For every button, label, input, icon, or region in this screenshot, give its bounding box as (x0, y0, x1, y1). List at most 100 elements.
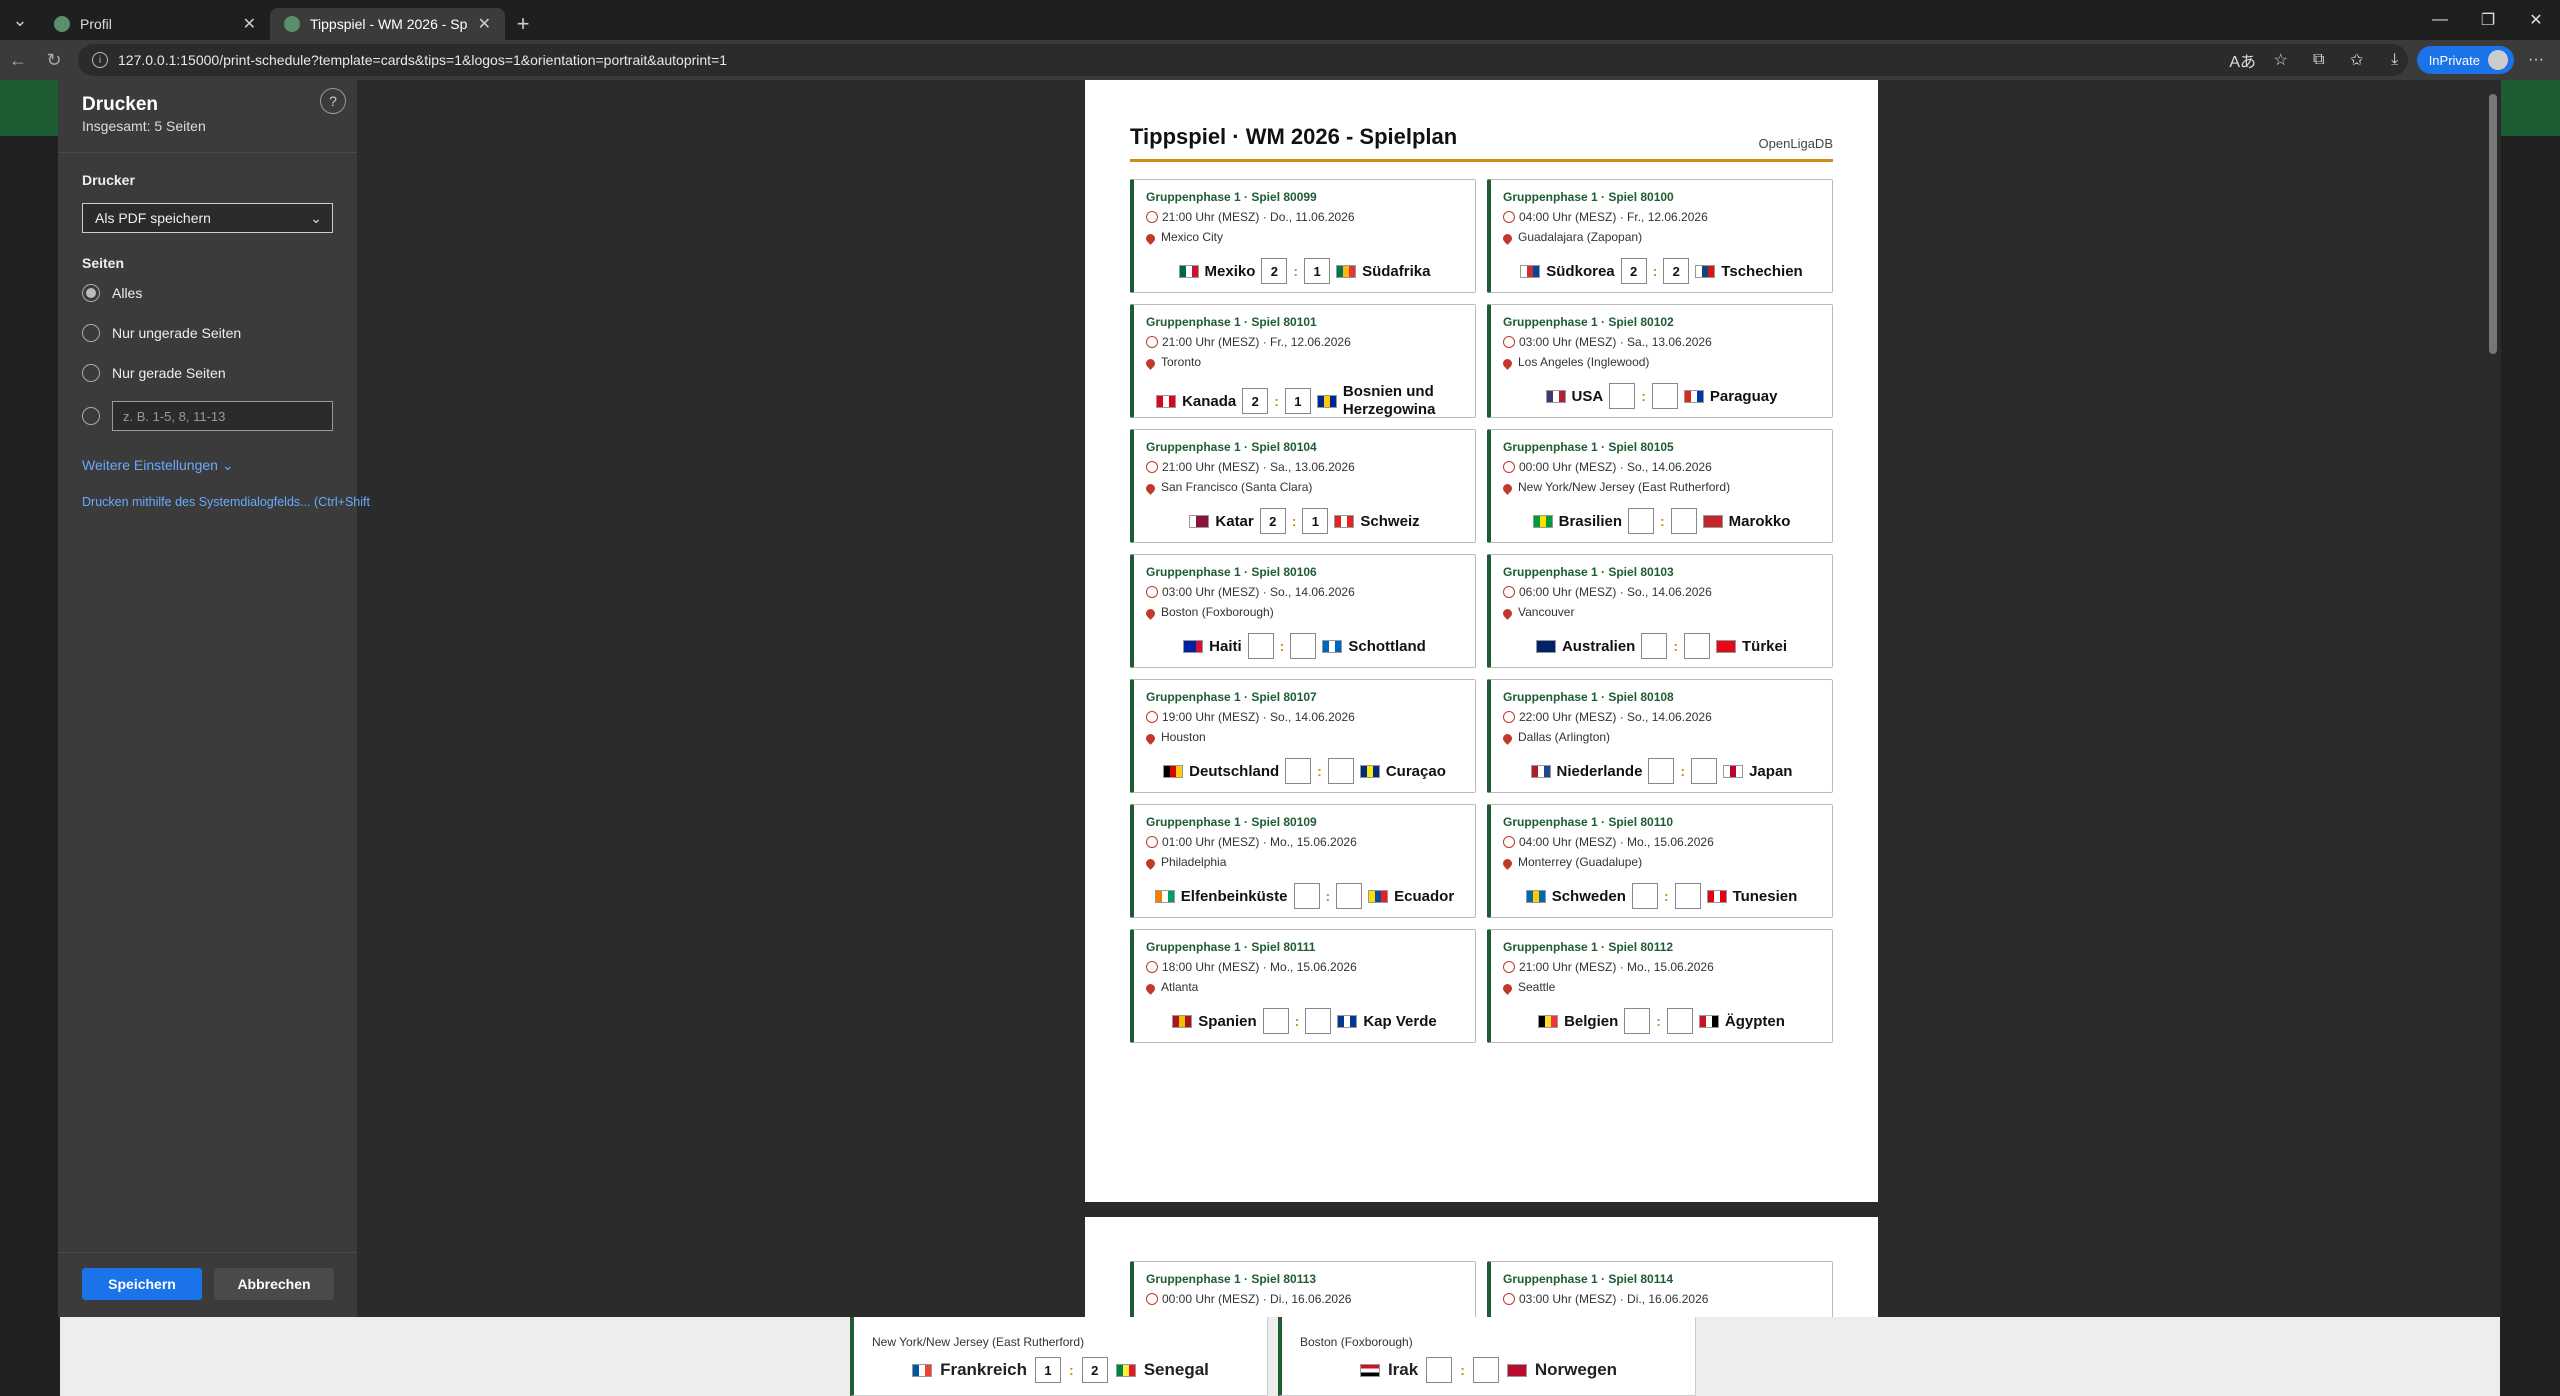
save-button[interactable]: Speichern (82, 1268, 202, 1300)
clock-icon (1503, 961, 1515, 973)
home-score-box[interactable] (1285, 758, 1312, 784)
restore-icon[interactable]: ❐ (2464, 0, 2512, 40)
site-info-icon[interactable]: i (92, 52, 108, 68)
more-settings-link[interactable]: Weitere Einstellungen ⌄ (82, 457, 234, 474)
back-icon[interactable]: ← (0, 42, 36, 78)
away-score-box[interactable]: 1 (1302, 508, 1329, 534)
home-score-box[interactable]: 2 (1620, 258, 1647, 284)
match-group: Gruppenphase 1 · Spiel 80102 (1503, 315, 1674, 329)
away-score-box[interactable] (1336, 883, 1363, 909)
printer-label: Drucker (82, 172, 135, 188)
radio-odd-pages[interactable]: Nur ungerade Seiten (82, 324, 241, 342)
home-score-box[interactable] (1293, 883, 1320, 909)
away-score-box[interactable] (1651, 383, 1678, 409)
clock-icon (1503, 211, 1515, 223)
preview-scrollbar[interactable] (2485, 80, 2501, 1317)
system-dialog-link[interactable]: Drucken mithilfe des Systemdialogfelds..… (82, 495, 370, 509)
away-score-box[interactable]: 1 (1304, 258, 1331, 284)
home-score-box[interactable]: 2 (1261, 258, 1288, 284)
away-score-box[interactable] (1674, 883, 1701, 909)
home-score-box[interactable] (1628, 508, 1654, 534)
away-team: Kap Verde (1363, 1012, 1437, 1030)
match-location: Vancouver (1501, 605, 1574, 620)
read-aloud-icon[interactable]: Aあ (2227, 44, 2259, 76)
radio-custom-pages[interactable] (82, 407, 100, 425)
home-score-box[interactable] (1426, 1357, 1453, 1383)
away-score-box[interactable]: 2 (1081, 1357, 1108, 1383)
match-time: 18:00 Uhr (MESZ) · Mo., 15.06.2026 (1146, 960, 1357, 974)
scrollbar-thumb[interactable] (2489, 94, 2497, 354)
radio-even-pages[interactable]: Nur gerade Seiten (82, 364, 226, 382)
home-score-box[interactable]: 1 (1035, 1357, 1062, 1383)
match-location-text: Dallas (Arlington) (1518, 730, 1611, 744)
close-window-icon[interactable]: ✕ (2512, 0, 2560, 40)
address-input[interactable]: i 127.0.0.1:15000/print-schedule?templat… (78, 44, 2408, 76)
tab-actions-icon[interactable]: ⌄ (0, 0, 40, 40)
tab-profil[interactable]: Profil ✕ (40, 8, 270, 40)
new-tab-icon[interactable]: + (505, 8, 541, 40)
match-time-text: 03:00 Uhr (MESZ) · So., 14.06.2026 (1162, 585, 1355, 599)
custom-pages-input[interactable]: z. B. 1-5, 8, 11-13 (112, 401, 333, 431)
home-flag-icon (1545, 389, 1566, 403)
score-separator: : (1673, 638, 1678, 654)
away-score-box[interactable]: 2 (1663, 258, 1690, 284)
close-tab-icon[interactable]: ✕ (243, 14, 256, 34)
radio-icon[interactable] (82, 324, 100, 342)
match-group: Gruppenphase 1 · Spiel 80114 (1503, 1272, 1674, 1286)
home-score-box[interactable] (1624, 1008, 1651, 1034)
home-score-box[interactable]: 2 (1242, 388, 1269, 414)
away-score-box[interactable] (1472, 1357, 1499, 1383)
away-score-box[interactable] (1684, 633, 1710, 659)
match-card: Gruppenphase 1 · Spiel 80100 04:00 Uhr (M… (1487, 179, 1833, 293)
close-tab-icon[interactable]: ✕ (478, 14, 491, 34)
inprivate-badge[interactable]: InPrivate (2416, 46, 2514, 74)
match-time: 03:00 Uhr (MESZ) · Sa., 13.06.2026 (1503, 335, 1712, 349)
home-score-box[interactable] (1641, 633, 1668, 659)
flag-icon (1115, 1363, 1136, 1377)
away-score-box[interactable] (1327, 758, 1354, 784)
home-flag-icon (1154, 889, 1175, 903)
away-score-box[interactable] (1666, 1008, 1693, 1034)
away-score-box[interactable] (1670, 508, 1697, 534)
away-team: Marokko (1728, 512, 1791, 530)
reload-icon[interactable]: ↻ (36, 42, 72, 78)
away-flag-icon (1716, 639, 1736, 653)
cancel-button[interactable]: Abbrechen (214, 1268, 334, 1300)
tab-spielplan[interactable]: Tippspiel - WM 2026 - Spielplan ✕ (270, 8, 505, 40)
preview-page: Gruppenphase 1 · Spiel 80113 00:00 Uhr (… (1085, 1217, 1878, 1317)
match-time-text: 21:00 Uhr (MESZ) · Mo., 15.06.2026 (1519, 960, 1714, 974)
match-location: San Francisco (Santa Clara) (1144, 480, 1312, 495)
home-score-box[interactable] (1648, 758, 1675, 784)
download-icon[interactable]: ⤓ (2379, 44, 2411, 76)
home-score-box[interactable] (1247, 633, 1274, 659)
print-settings-panel: Drucken Insgesamt: 5 Seiten ? Drucker Al… (58, 80, 370, 1317)
printer-select[interactable]: Als PDF speichern ⌄ (82, 203, 333, 233)
favorites-icon[interactable]: ✩ (2341, 44, 2373, 76)
more-menu-icon[interactable]: ··· (2520, 44, 2552, 76)
match-time: 00:00 Uhr (MESZ) · So., 14.06.2026 (1503, 460, 1712, 474)
site-favicon-icon (284, 16, 300, 32)
away-score-box[interactable] (1305, 1008, 1332, 1034)
print-preview[interactable]: Tippspiel · WM 2026 - Spielplan OpenLiga… (357, 80, 2501, 1317)
home-score-box[interactable] (1609, 383, 1636, 409)
away-score-box[interactable]: 1 (1284, 388, 1311, 414)
home-score-box[interactable]: 2 (1259, 508, 1286, 534)
away-score-box[interactable] (1691, 758, 1718, 784)
radio-all-pages[interactable]: Alles (82, 284, 142, 302)
radio-icon[interactable] (82, 284, 100, 302)
match-time-text: 00:00 Uhr (MESZ) · Di., 16.06.2026 (1162, 1292, 1352, 1306)
help-icon[interactable]: ? (320, 88, 346, 114)
minimize-icon[interactable]: — (2416, 0, 2464, 40)
radio-icon[interactable] (82, 407, 100, 425)
match-location: Dallas (Arlington) (1501, 730, 1611, 745)
match-teams: Katar 2:1 Schweiz (1134, 508, 1475, 534)
home-score-box[interactable] (1262, 1008, 1289, 1034)
home-score-box[interactable] (1631, 883, 1658, 909)
home-team: Katar (1215, 512, 1254, 530)
site-favicon-icon (54, 16, 70, 32)
radio-icon[interactable] (82, 364, 100, 382)
favorite-star-icon[interactable]: ☆ (2265, 44, 2297, 76)
away-score-box[interactable] (1290, 633, 1317, 659)
split-screen-icon[interactable]: ⧉ (2303, 44, 2335, 76)
match-time-text: 06:00 Uhr (MESZ) · So., 14.06.2026 (1519, 585, 1712, 599)
